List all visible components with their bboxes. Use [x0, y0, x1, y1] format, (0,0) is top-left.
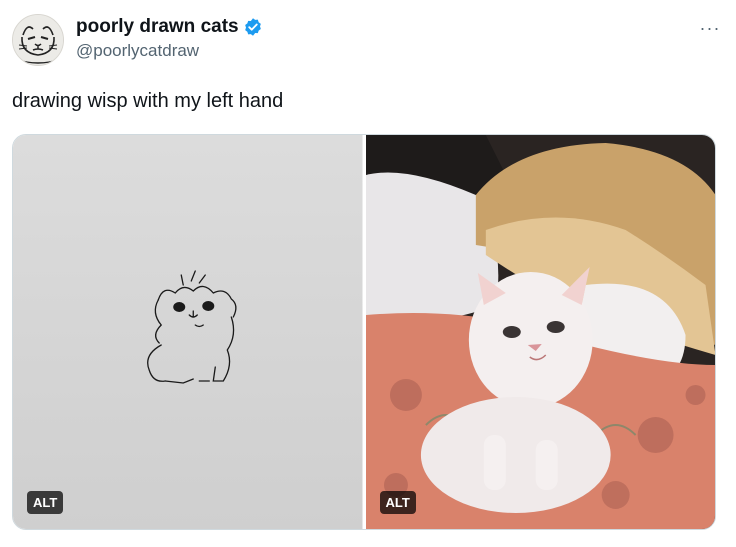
handle[interactable]: @poorlycatdraw	[76, 41, 263, 61]
cat-face-avatar-icon	[13, 15, 63, 65]
display-name[interactable]: poorly drawn cats	[76, 16, 239, 38]
alt-text-badge[interactable]: ALT	[379, 491, 416, 514]
alt-text-badge[interactable]: ALT	[27, 491, 64, 514]
more-options-button[interactable]: ···	[696, 18, 724, 38]
kitten-photo-image	[365, 135, 715, 529]
tweet-header: poorly drawn cats @poorlycatdraw ···	[12, 14, 724, 66]
display-name-row: poorly drawn cats	[76, 16, 263, 38]
author-names: poorly drawn cats @poorlycatdraw	[76, 16, 263, 61]
media-grid: ALT ALT	[12, 134, 716, 530]
tweet-text: drawing wisp with my left hand	[12, 90, 284, 112]
photo-kitten[interactable]: ALT	[365, 135, 715, 529]
verified-badge-icon[interactable]	[243, 17, 263, 37]
photo-drawing[interactable]: ALT	[13, 135, 363, 529]
avatar[interactable]	[12, 14, 64, 66]
cat-drawing-image	[13, 135, 363, 529]
